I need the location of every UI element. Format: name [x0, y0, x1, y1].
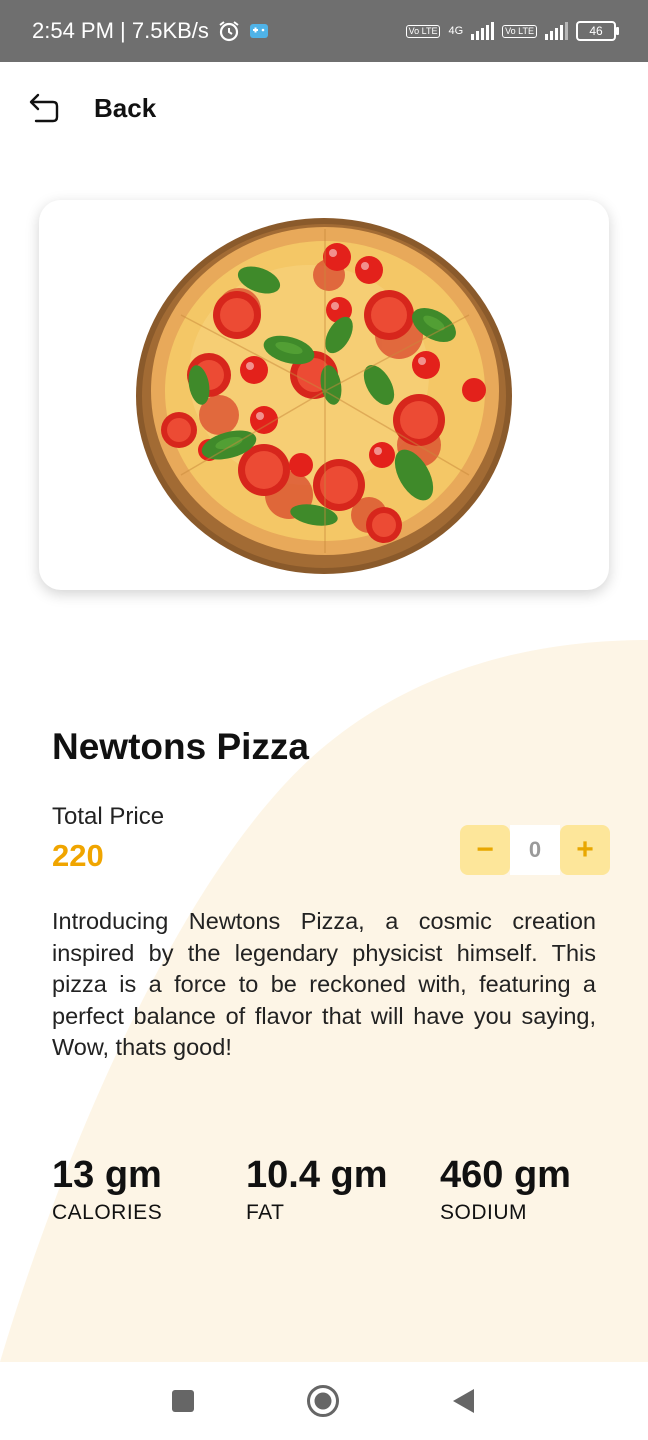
quantity-stepper: − 0 + [460, 825, 610, 875]
status-left: 2:54 PM | 7.5KB/s [32, 18, 269, 44]
back-button[interactable]: Back [24, 90, 156, 126]
product-title: Newtons Pizza [52, 726, 309, 767]
battery-icon: 46 [576, 21, 619, 41]
triangle-back-icon [453, 1389, 474, 1413]
total-price-label: Total Price [52, 803, 165, 830]
pizza-image [136, 218, 512, 574]
sodium-value: 460 gm [440, 1154, 571, 1196]
nav-back-button[interactable] [423, 1362, 503, 1440]
volte-badge-2: Vo LTE [502, 24, 537, 38]
system-nav-bar [0, 1362, 648, 1440]
decrease-button[interactable]: − [460, 825, 510, 875]
total-price-value: 220 [52, 838, 104, 873]
status-right: Vo LTE 4G Vo LTE 46 [405, 21, 619, 41]
signal-1-icon [471, 22, 495, 40]
nutrition-sodium: 460 gm SODIUM [440, 1153, 571, 1225]
recents-button[interactable] [143, 1362, 223, 1440]
status-time: 2:54 PM | 7.5KB/s [32, 18, 209, 43]
square-icon [172, 1390, 194, 1412]
volte-badge-1: Vo LTE [405, 24, 441, 38]
nutrition-info: 13 gm CALORIES 10.4 gm FAT 460 gm SODIUM [0, 1153, 648, 1233]
fat-label: FAT [246, 1201, 285, 1224]
network-4g-label: 4G [448, 25, 464, 37]
product-image-card [39, 200, 609, 590]
calories-value: 13 gm [52, 1154, 162, 1196]
battery-level: 46 [589, 24, 603, 38]
back-label[interactable]: Back [94, 93, 156, 124]
plus-icon: + [576, 833, 594, 866]
product-description: Introducing Newtons Pizza, a cosmic crea… [52, 908, 596, 1060]
sodium-label: SODIUM [440, 1201, 527, 1224]
game-icon [249, 24, 268, 38]
minus-icon: − [476, 833, 494, 866]
calories-label: CALORIES [52, 1201, 163, 1224]
increase-button[interactable]: + [560, 825, 610, 875]
alarm-icon [219, 21, 239, 42]
undo-arrow-icon [29, 93, 59, 123]
nutrition-fat: 10.4 gm FAT [246, 1153, 388, 1225]
nutrition-calories: 13 gm CALORIES [52, 1153, 162, 1225]
header: Back [0, 62, 648, 154]
signal-2-icon [545, 22, 568, 40]
circle-icon [307, 1385, 339, 1417]
quantity-value: 0 [510, 825, 560, 875]
fat-value: 10.4 gm [246, 1154, 388, 1196]
home-button[interactable] [283, 1362, 363, 1440]
status-bar: 2:54 PM | 7.5KB/s Vo LTE 4G Vo LTE 46 [0, 0, 648, 62]
